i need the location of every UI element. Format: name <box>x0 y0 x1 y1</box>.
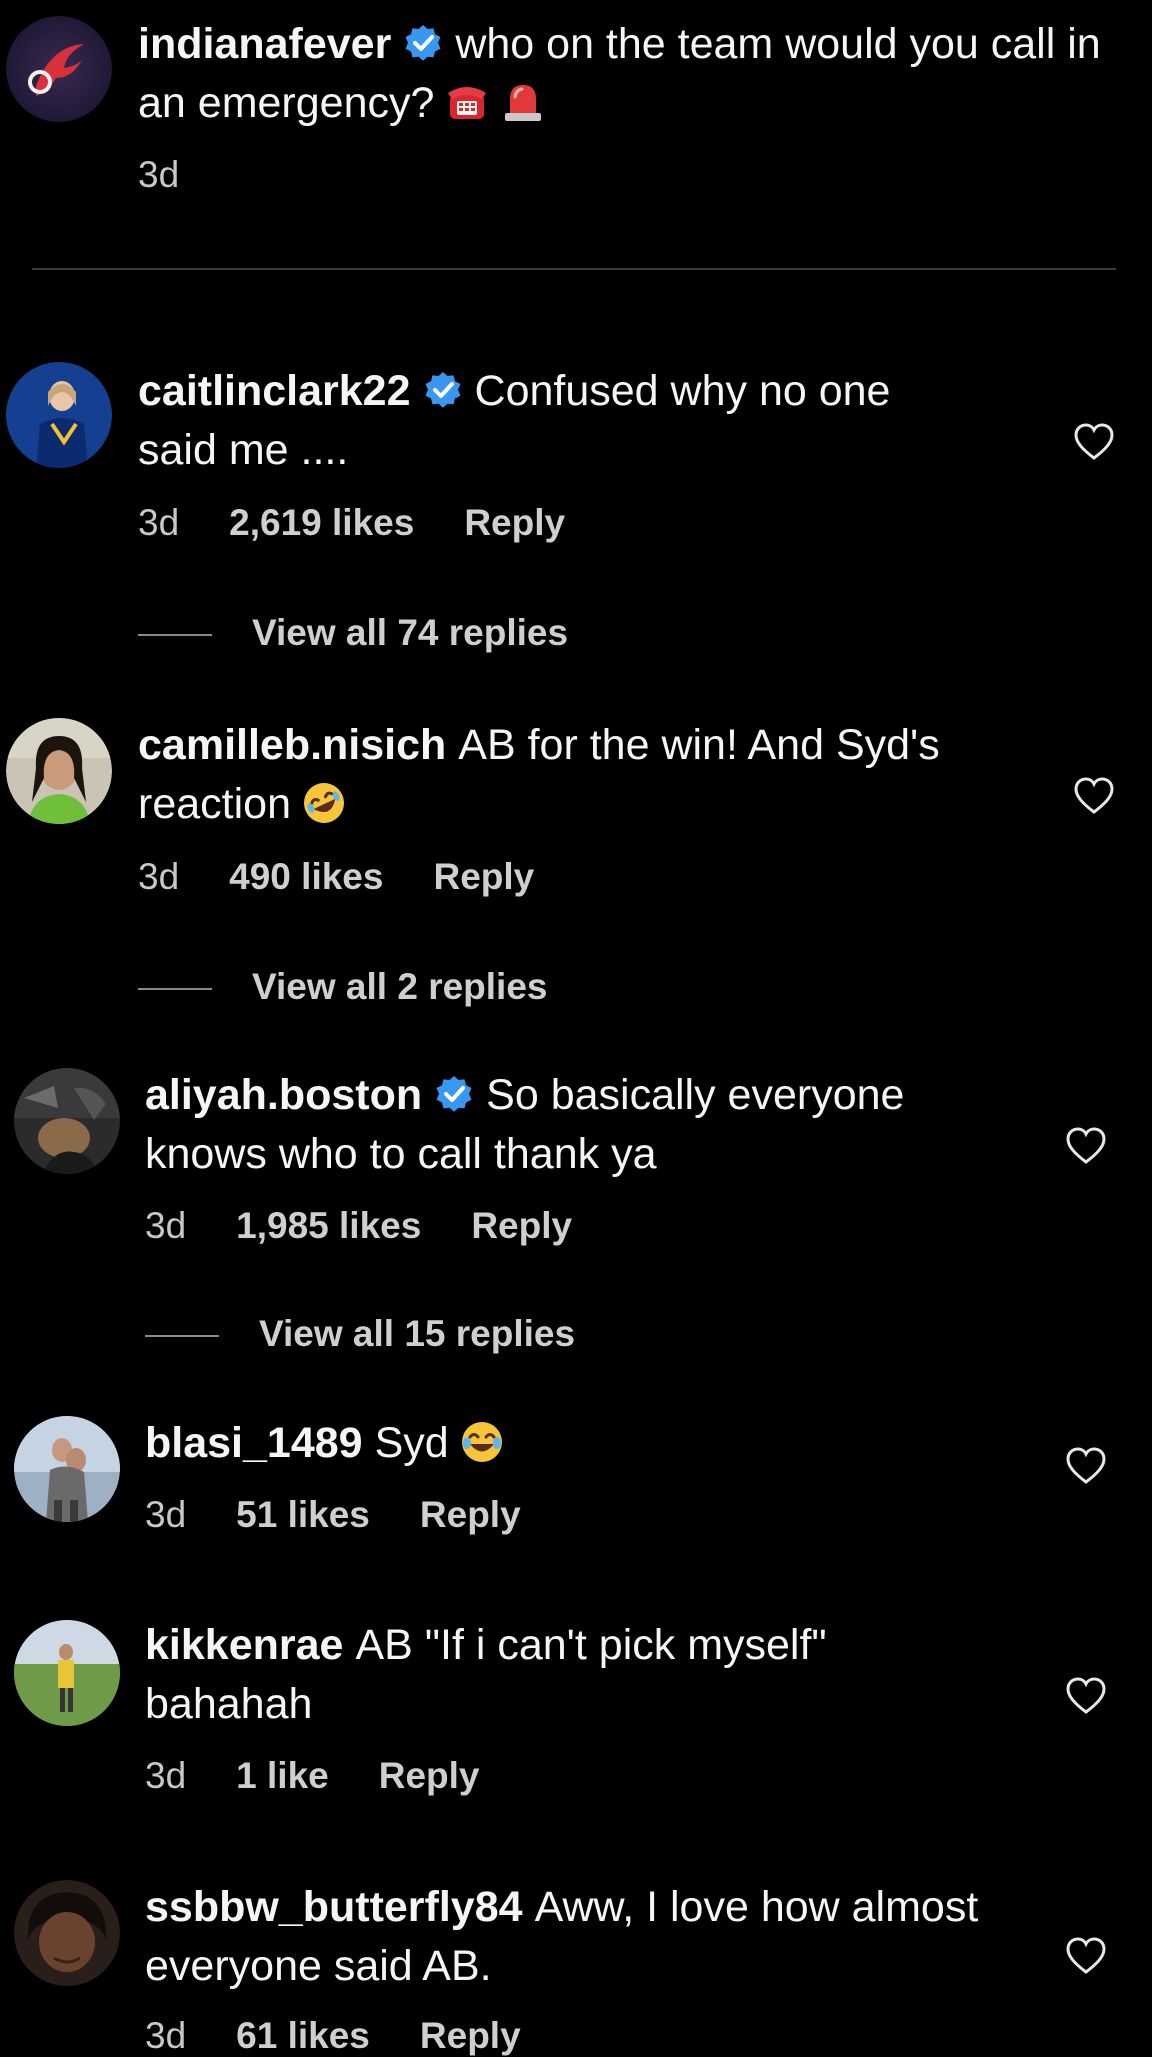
aliyah-boston-avatar[interactable] <box>14 1068 120 1174</box>
caitlinclark22-avatar[interactable] <box>6 362 112 468</box>
comment-likes[interactable]: 2,619 likes <box>229 502 414 543</box>
tears-of-joy-icon <box>459 1419 505 1465</box>
comment-username[interactable]: ssbbw_butterfly84 <box>145 1883 523 1931</box>
camilleb-nisich-avatar[interactable] <box>6 718 112 824</box>
comment-text: blasi_1489 Syd <box>145 1414 1152 1473</box>
view-replies-button[interactable]: View all 2 replies <box>138 966 548 1008</box>
comment-username[interactable]: camilleb.nisich <box>138 721 446 769</box>
comment-text: kikkenrae AB "If i can't pick myself" <box>145 1616 1152 1675</box>
comment-line1: So basically everyone <box>486 1071 905 1119</box>
indianafever-avatar[interactable] <box>6 16 112 122</box>
like-heart-icon[interactable] <box>1072 774 1116 818</box>
blasi-1489-avatar[interactable] <box>14 1416 120 1522</box>
comment-text: aliyah.boston So basically everyone <box>145 1066 1152 1125</box>
comment-time: 3d <box>145 1755 187 1796</box>
post-caption-line1: who on the team would you call in <box>455 20 1101 68</box>
like-heart-icon[interactable] <box>1064 1444 1108 1488</box>
comment-line2: bahahah <box>145 1680 313 1728</box>
comment-username[interactable]: blasi_1489 <box>145 1419 363 1467</box>
comment-line2-row: reaction <box>138 775 1152 834</box>
like-heart-icon[interactable] <box>1064 1674 1108 1718</box>
reply-button[interactable]: Reply <box>379 1755 480 1796</box>
like-heart-icon[interactable] <box>1072 420 1116 464</box>
comment-text: camilleb.nisich AB for the win! And Syd's <box>138 716 1152 775</box>
comment-likes[interactable]: 1 like <box>236 1755 329 1796</box>
comment-time: 3d <box>145 2015 187 2056</box>
post-caption-line2-row: an emergency? <box>138 74 1152 133</box>
comment-meta: 3d 1 like Reply <box>145 1755 530 1797</box>
comment-time: 3d <box>138 502 180 543</box>
reply-button[interactable]: Reply <box>471 1205 572 1246</box>
verified-badge-icon <box>434 1074 474 1114</box>
rolling-laughing-icon <box>301 780 347 826</box>
reply-button[interactable]: Reply <box>433 856 534 897</box>
comment-meta: 3d 51 likes Reply <box>145 1494 571 1536</box>
comment-meta: 3d 1,985 likes Reply <box>145 1205 622 1247</box>
view-replies-label: View all 2 replies <box>252 966 548 1007</box>
verified-badge-icon <box>403 23 443 63</box>
comment-line1: Aww, I love how almost <box>534 1883 979 1931</box>
comment-line2-row: said me .... <box>138 421 1152 480</box>
comment-text: ssbbw_butterfly84 Aww, I love how almost <box>145 1878 1152 1937</box>
comment-meta: 3d 61 likes Reply <box>145 2015 571 2057</box>
comment-time: 3d <box>145 1205 187 1246</box>
comment-line1: AB "If i can't pick myself" <box>355 1621 827 1669</box>
comment-line2-row: everyone said AB. <box>145 1937 1152 1996</box>
comment-username[interactable]: caitlinclark22 <box>138 367 411 415</box>
comment-username[interactable]: aliyah.boston <box>145 1071 422 1119</box>
view-replies-line <box>145 1335 219 1338</box>
comment-line1: Confused why no one <box>474 367 891 415</box>
view-replies-button[interactable]: View all 74 replies <box>138 612 568 654</box>
comment-line2: said me .... <box>138 426 349 474</box>
view-replies-label: View all 74 replies <box>252 612 569 653</box>
reply-button[interactable]: Reply <box>420 2015 521 2056</box>
view-replies-label: View all 15 replies <box>259 1313 576 1354</box>
comment-line2: everyone said AB. <box>145 1942 492 1990</box>
comment-line1: AB for the win! And Syd's <box>458 721 940 769</box>
comment-line2: reaction <box>138 780 291 828</box>
comment-line2-row: knows who to call thank ya <box>145 1125 1152 1184</box>
post-username[interactable]: indianafever <box>138 20 391 68</box>
comment-text: caitlinclark22 Confused why no one <box>138 362 1152 421</box>
comment-username[interactable]: kikkenrae <box>145 1621 343 1669</box>
view-replies-line <box>138 634 212 637</box>
post-caption-line2: an emergency? <box>138 79 435 127</box>
post-meta: 3d <box>138 154 229 196</box>
comment-line2-row: bahahah <box>145 1675 1152 1734</box>
view-replies-line <box>138 988 212 991</box>
comment-time: 3d <box>145 1494 187 1535</box>
comment-likes[interactable]: 1,985 likes <box>236 1205 421 1246</box>
siren-icon <box>500 79 546 125</box>
view-replies-button[interactable]: View all 15 replies <box>145 1313 575 1355</box>
comment-meta: 3d 2,619 likes Reply <box>138 502 615 544</box>
ssbbw-butterfly84-avatar[interactable] <box>14 1880 120 1986</box>
comment-likes[interactable]: 51 likes <box>236 1494 370 1535</box>
comment-likes[interactable]: 490 likes <box>229 856 383 897</box>
comment-line2: knows who to call thank ya <box>145 1130 657 1178</box>
kikkenrae-avatar[interactable] <box>14 1620 120 1726</box>
divider <box>32 268 1116 270</box>
reply-button[interactable]: Reply <box>420 1494 521 1535</box>
comment-meta: 3d 490 likes Reply <box>138 856 584 898</box>
comment-time: 3d <box>138 856 180 897</box>
like-heart-icon[interactable] <box>1064 1934 1108 1978</box>
comment-line1: Syd <box>374 1419 449 1467</box>
post-time: 3d <box>138 154 180 195</box>
post-caption: indianafever who on the team would you ca… <box>138 15 1152 74</box>
verified-badge-icon <box>423 370 463 410</box>
comment-likes[interactable]: 61 likes <box>236 2015 370 2056</box>
like-heart-icon[interactable] <box>1064 1124 1108 1168</box>
telephone-icon <box>444 79 490 125</box>
reply-button[interactable]: Reply <box>464 502 565 543</box>
